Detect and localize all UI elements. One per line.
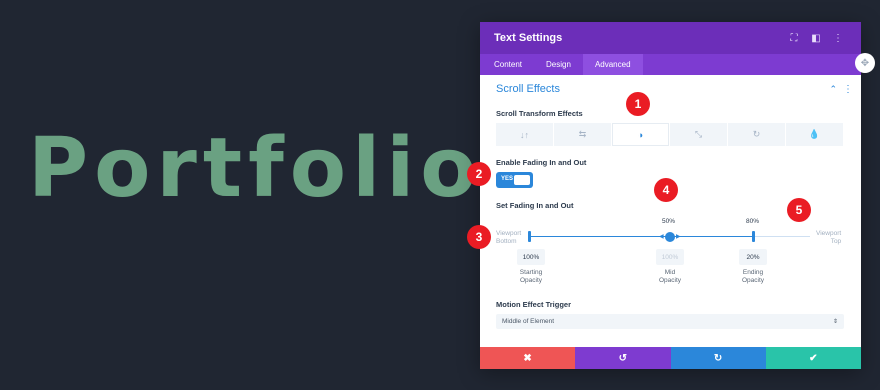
redo-icon: ↻ [713,352,723,364]
modal-title: Text Settings [494,32,563,44]
callout-badge-2: 2 [467,162,491,186]
section-title: Scroll Effects [496,83,560,95]
callout-badge-5: 5 [787,198,811,222]
tab-advanced[interactable]: Advanced [582,54,643,75]
cancel-button[interactable]: ✖ [480,347,576,369]
split-view-icon[interactable]: ◧ [807,33,825,44]
enable-fading-label: Enable Fading In and Out [496,158,587,167]
starting-opacity-caption: Starting Opacity [519,269,543,284]
callout-badge-1: 1 [626,92,650,116]
undo-icon: ↺ [618,352,628,364]
close-icon: ✖ [523,352,532,364]
viewport-bottom-label: Viewport Bottom [496,230,522,245]
rotating-icon[interactable]: ↻ [728,123,785,146]
portfolio-heading: Portfolio [28,121,483,216]
scaling-icon[interactable]: ⤡ [670,123,727,146]
mid-opacity-caption: Mid Opacity [658,269,682,284]
motion-trigger-select[interactable]: Middle of Element ⇕ [496,314,844,329]
callout-badge-4: 4 [654,178,678,202]
mid-left-arrow-icon: ◀ [659,234,664,240]
fading-range-track-end [754,236,810,237]
mid-percent-label: 50% [662,218,676,225]
undo-button[interactable]: ↺ [575,347,671,369]
horizontal-motion-icon[interactable]: ⇆ [554,123,611,146]
fading-range-track[interactable] [530,236,754,237]
mid-right-arrow-icon: ▶ [676,234,681,240]
modal-header: Text Settings ⛶ ◧ ⋮ [480,22,861,54]
set-fading-label: Set Fading In and Out [496,201,574,210]
viewport-top-label: Viewport Top [816,230,842,245]
more-icon[interactable]: ⋮ [829,33,847,44]
drag-handle-icon[interactable]: ✥ [855,53,875,73]
blur-icon[interactable]: 💧 [786,123,843,146]
fading-icon[interactable]: ◑ [612,123,669,146]
toggle-yes-label: YES [501,176,514,182]
mid-opacity-input[interactable]: 100% [656,249,684,265]
mid-handle[interactable] [665,232,675,242]
start-handle[interactable] [528,231,531,242]
vertical-motion-icon[interactable]: ↓↑ [496,123,553,146]
redo-button[interactable]: ↻ [670,347,766,369]
ending-opacity-caption: Ending Opacity [741,269,765,284]
motion-trigger-value: Middle of Element [502,318,555,325]
chevron-up-icon[interactable]: ⌃ [829,84,837,95]
modal-tabs: Content Design Advanced [480,54,861,75]
callout-badge-3: 3 [467,225,491,249]
motion-trigger-label: Motion Effect Trigger [496,300,571,309]
starting-opacity-input[interactable]: 100% [517,249,545,265]
enable-fading-toggle[interactable]: YES [496,172,533,188]
toggle-knob [514,175,530,185]
fullscreen-icon[interactable]: ⛶ [785,33,803,44]
scroll-transform-label: Scroll Transform Effects [496,109,583,118]
tab-content[interactable]: Content [482,54,534,75]
end-handle[interactable] [752,231,755,242]
end-percent-label: 80% [746,218,760,225]
modal-footer: ✖ ↺ ↻ ✔ [480,347,861,369]
scroll-effect-selector: ↓↑ ⇆ ◑ ⤡ ↻ 💧 [496,123,844,146]
section-more-icon[interactable]: ⋮ [843,84,853,95]
section-header[interactable]: Scroll Effects ⌃ ⋮ [496,83,853,95]
ending-opacity-input[interactable]: 20% [739,249,767,265]
check-icon: ✔ [809,352,818,364]
save-button[interactable]: ✔ [765,347,861,369]
select-arrows-icon: ⇕ [832,319,838,325]
tab-design[interactable]: Design [534,54,583,75]
